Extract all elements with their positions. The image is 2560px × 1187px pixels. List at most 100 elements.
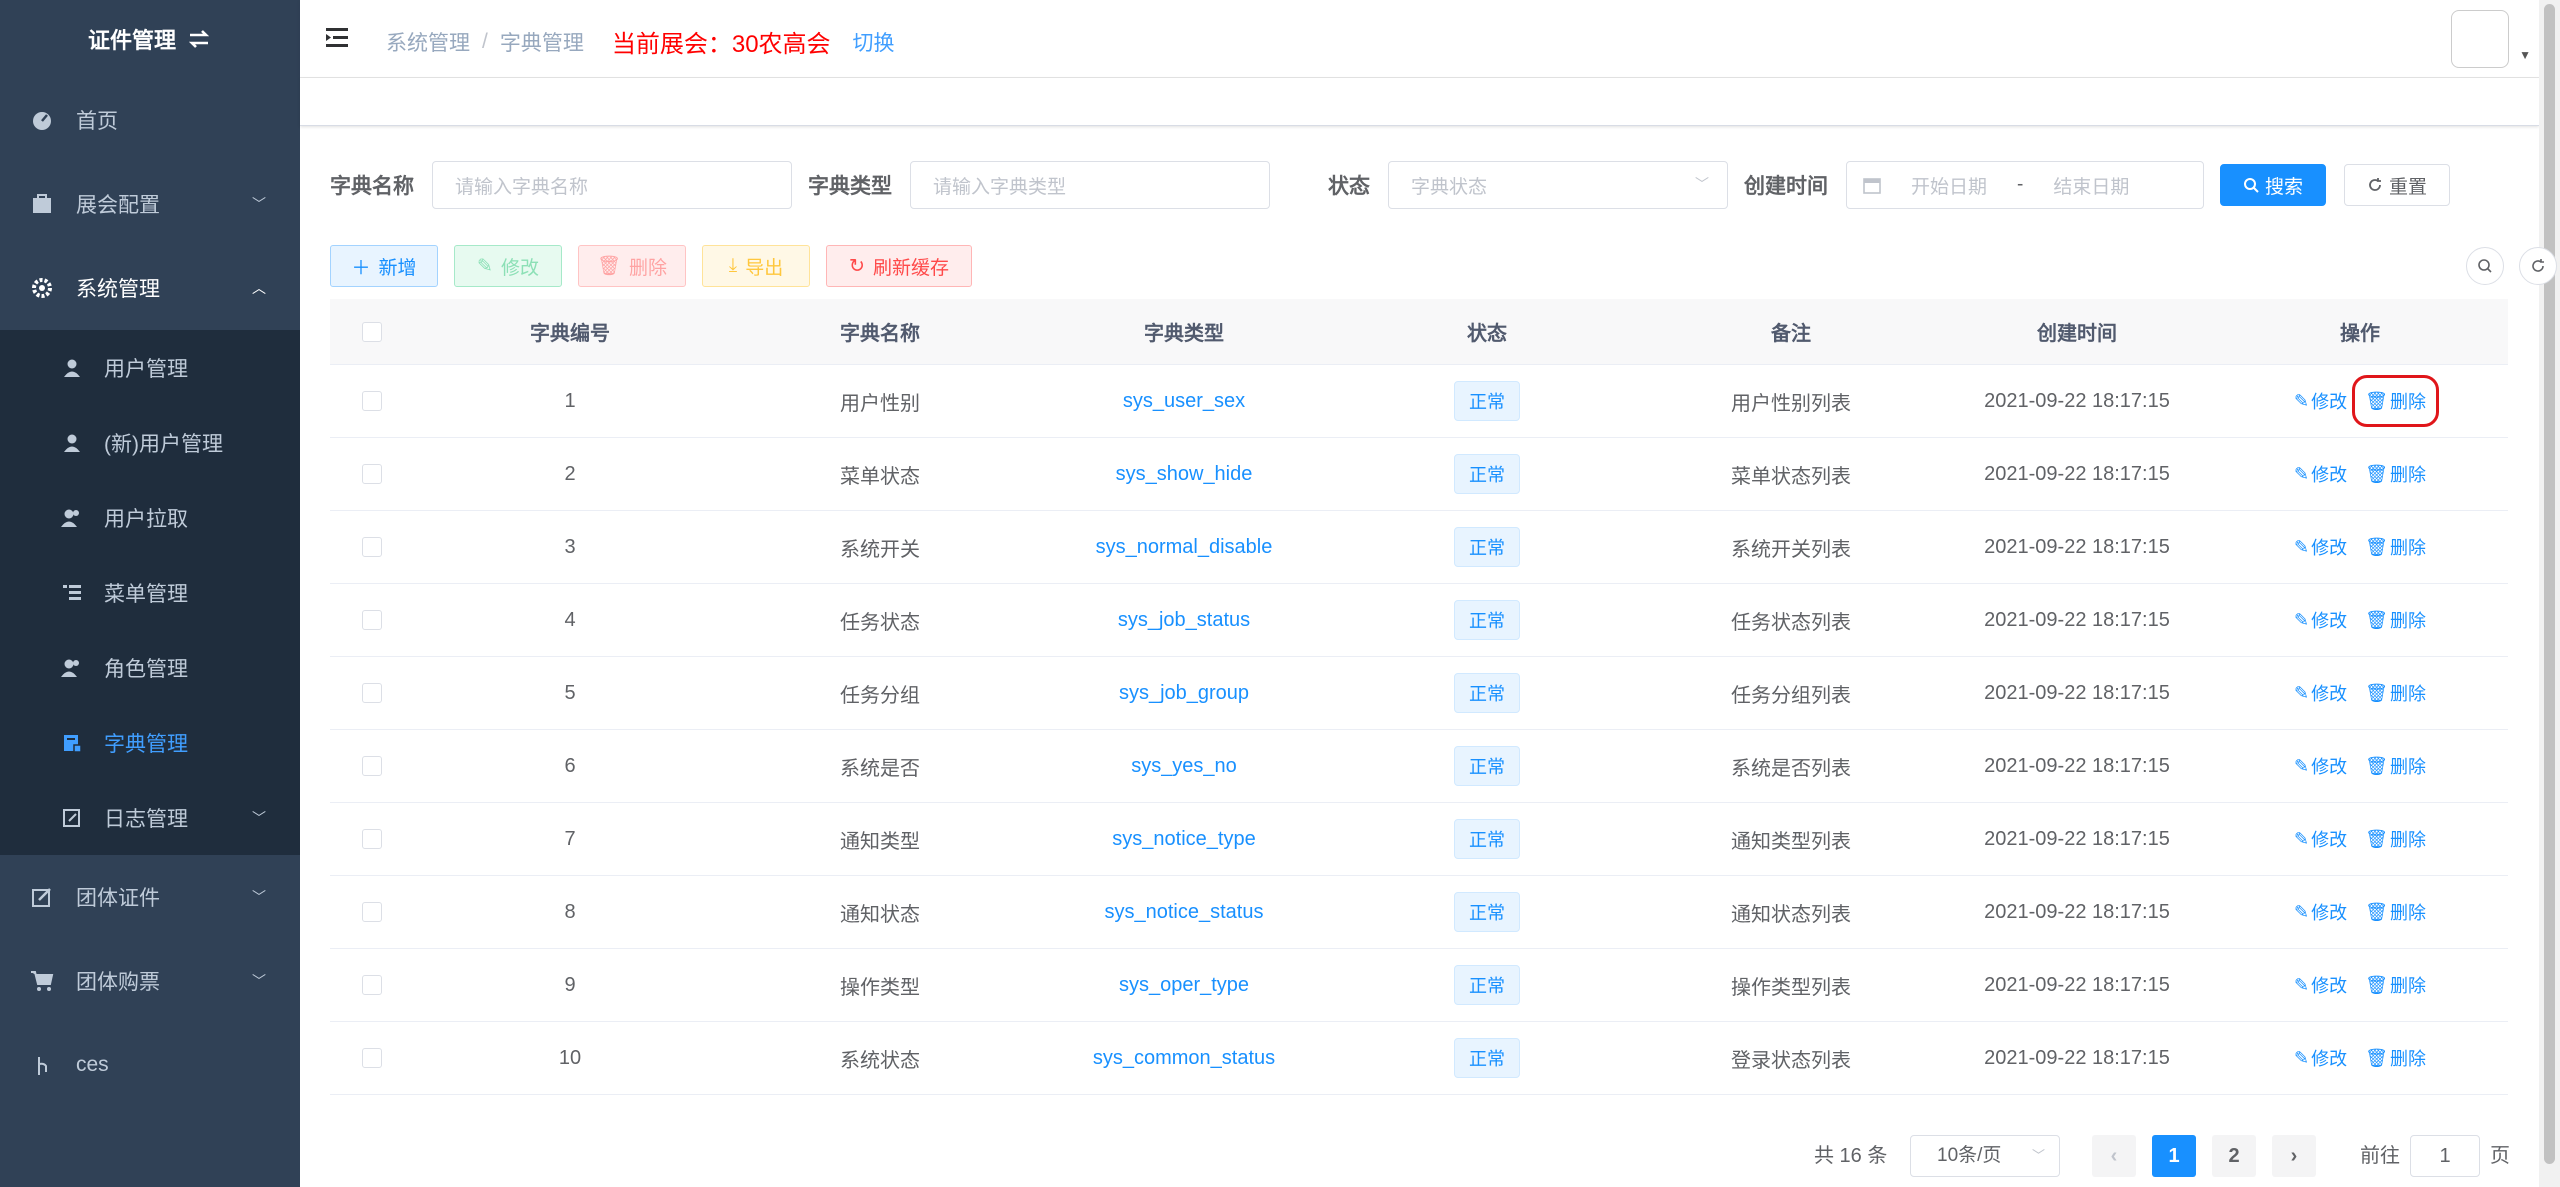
- row-edit-button[interactable]: ✎ 修改: [2294, 388, 2347, 414]
- row-delete-button[interactable]: 🗑 删除: [2365, 680, 2426, 706]
- remark-cell: 任务分组列表: [1731, 684, 1851, 707]
- row-edit-button[interactable]: ✎ 修改: [2294, 607, 2347, 633]
- dict-type-link[interactable]: sys_oper_type: [1119, 974, 1249, 996]
- sidebar-item-menu[interactable]: 菜单管理: [0, 555, 300, 630]
- select-all-checkbox[interactable]: [362, 321, 382, 342]
- refresh-cache-button[interactable]: ↻ 刷新缓存: [826, 245, 972, 287]
- dict-type-link[interactable]: sys_notice_status: [1105, 901, 1264, 923]
- menu-item-expo-config[interactable]: 展会配置 ﹀: [0, 162, 300, 246]
- sidebar-item-users[interactable]: 用户管理: [0, 330, 300, 405]
- sidebar-item-user-pull[interactable]: 用户拉取: [0, 480, 300, 555]
- export-button[interactable]: ⤓ 导出: [702, 245, 810, 287]
- row-delete-button[interactable]: 🗑 删除: [2365, 826, 2426, 852]
- row-delete-button[interactable]: 🗑 删除: [2365, 753, 2426, 779]
- row-checkbox[interactable]: [362, 756, 382, 776]
- menu-item-system[interactable]: 系统管理 ︿: [0, 246, 300, 330]
- reset-button[interactable]: 重置: [2344, 164, 2451, 206]
- edit-icon: ✎: [2294, 1047, 2310, 1068]
- row-checkbox[interactable]: [362, 683, 382, 703]
- dict-type-link[interactable]: sys_job_group: [1119, 682, 1249, 704]
- sidebar-item-label: 角色管理: [104, 657, 188, 681]
- row-edit-button[interactable]: ✎ 修改: [2294, 753, 2347, 779]
- dict-type-link[interactable]: sys_common_status: [1093, 1047, 1275, 1069]
- goto-page-input[interactable]: 1: [2410, 1135, 2480, 1177]
- switch-arrows-icon[interactable]: [186, 28, 212, 50]
- prev-page-button[interactable]: ‹: [2092, 1135, 2136, 1177]
- row-checkbox[interactable]: [362, 464, 382, 484]
- switch-expo-link[interactable]: 切换: [853, 27, 895, 57]
- table-row: 10 系统状态 sys_common_status 正常 登录状态列表 2021-09-2…: [330, 1022, 2508, 1095]
- dict-type-link[interactable]: sys_user_sex: [1123, 390, 1245, 412]
- delete-button[interactable]: 🗑 删除: [578, 245, 686, 287]
- search-button[interactable]: 搜索: [2220, 164, 2327, 206]
- row-delete-button[interactable]: 🗑 删除: [2365, 607, 2426, 633]
- row-delete-button[interactable]: 🗑 删除: [2365, 1045, 2426, 1071]
- row-checkbox[interactable]: [362, 391, 382, 411]
- next-page-button[interactable]: ›: [2272, 1135, 2316, 1177]
- row-delete-button[interactable]: 🗑 删除: [2365, 899, 2426, 925]
- scrollbar[interactable]: [2539, 0, 2560, 1187]
- row-checkbox[interactable]: [362, 1048, 382, 1068]
- row-edit-button[interactable]: ✎ 修改: [2294, 461, 2347, 487]
- sidebar-item-logs[interactable]: 日志管理 ﹀: [0, 780, 300, 855]
- edit-icon: ✎: [2294, 463, 2310, 484]
- menu-label: 团体购票: [76, 971, 160, 994]
- breadcrumb-item[interactable]: 系统管理: [386, 27, 470, 57]
- menu-item-group-ticket[interactable]: 团体购票 ﹀: [0, 939, 300, 1023]
- dict-type-link[interactable]: sys_normal_disable: [1096, 536, 1273, 558]
- row-edit-button[interactable]: ✎ 修改: [2294, 680, 2347, 706]
- row-checkbox[interactable]: [362, 610, 382, 630]
- edit-button[interactable]: ✎ 修改: [454, 245, 562, 287]
- toggle-search-button[interactable]: [2466, 247, 2504, 285]
- trash-icon: 🗑: [2365, 901, 2388, 922]
- sidebar-item-new-users[interactable]: (新)用户管理: [0, 405, 300, 480]
- add-button[interactable]: ＋ 新增: [330, 245, 438, 287]
- dict-name-input[interactable]: 请输入字典名称: [432, 161, 792, 209]
- avatar[interactable]: [2451, 10, 2509, 68]
- row-edit-button[interactable]: ✎ 修改: [2294, 826, 2347, 852]
- row-checkbox[interactable]: [362, 975, 382, 995]
- end-date-placeholder[interactable]: 结束日期: [2053, 172, 2129, 199]
- row-checkbox[interactable]: [362, 902, 382, 922]
- status-cell: 正常: [1334, 673, 1640, 713]
- row-edit-button[interactable]: ✎ 修改: [2294, 972, 2347, 998]
- pagination: 共 16 条 10条/页 ﹀ ‹ 1 2 › 前往 1 页: [300, 1135, 2539, 1177]
- row-delete-button[interactable]: 🗑 删除: [2365, 534, 2426, 560]
- refresh-table-button[interactable]: [2519, 247, 2557, 285]
- row-edit-button[interactable]: ✎ 修改: [2294, 899, 2347, 925]
- row-delete-button[interactable]: 🗑 删除: [2365, 972, 2426, 998]
- breadcrumb-item-current: 字典管理: [499, 31, 584, 55]
- submenu-system: 用户管理 (新)用户管理 用户拉取 菜单管理 角色管理 字典管理 日志管理 ﹀: [0, 330, 300, 855]
- menu-item-ces[interactable]: ces: [0, 1023, 300, 1107]
- sidebar-item-dict[interactable]: 字典管理: [0, 705, 300, 780]
- caret-down-icon[interactable]: ▼: [2519, 48, 2531, 62]
- row-delete-button[interactable]: 🗑 删除: [2352, 375, 2439, 427]
- status-select[interactable]: 字典状态 ﹀: [1388, 161, 1728, 209]
- row-edit-button[interactable]: ✎ 修改: [2294, 1045, 2347, 1071]
- dict-type-link[interactable]: sys_show_hide: [1116, 463, 1253, 485]
- row-edit-button[interactable]: ✎ 修改: [2294, 534, 2347, 560]
- sidebar-item-roles[interactable]: 角色管理: [0, 630, 300, 705]
- dict-type-link[interactable]: sys_yes_no: [1131, 755, 1237, 777]
- logo: 证件管理: [0, 0, 300, 78]
- page-button-1[interactable]: 1: [2152, 1135, 2196, 1177]
- dict-type-input[interactable]: 请输入字典类型: [910, 161, 1270, 209]
- row-checkbox[interactable]: [362, 829, 382, 849]
- scrollbar-thumb[interactable]: [2544, 4, 2555, 1164]
- row-checkbox[interactable]: [362, 537, 382, 557]
- dict-name-cell: 任务分组: [840, 684, 920, 707]
- dict-type-link[interactable]: sys_notice_type: [1112, 828, 1255, 850]
- dict-type-link[interactable]: sys_job_status: [1118, 609, 1250, 631]
- dict-type-cell: sys_notice_type: [1034, 828, 1334, 851]
- menu-item-group-cert[interactable]: 团体证件 ﹀: [0, 855, 300, 939]
- table-body: 1 用户性别 sys_user_sex 正常 用户性别列表 2021-09-22 18:1…: [330, 365, 2508, 1095]
- menu-item-home[interactable]: 首页: [0, 78, 300, 162]
- start-date-placeholder[interactable]: 开始日期: [1911, 172, 1987, 199]
- date-range-picker[interactable]: 开始日期 - 结束日期: [1846, 161, 2204, 209]
- hamburger-icon[interactable]: [326, 26, 352, 50]
- chevron-down-icon: ﹀: [252, 889, 266, 905]
- row-delete-button[interactable]: 🗑 删除: [2365, 461, 2426, 487]
- menu-label: 展会配置: [76, 194, 160, 217]
- page-size-select[interactable]: 10条/页 ﹀: [1910, 1135, 2060, 1177]
- page-button-2[interactable]: 2: [2212, 1135, 2256, 1177]
